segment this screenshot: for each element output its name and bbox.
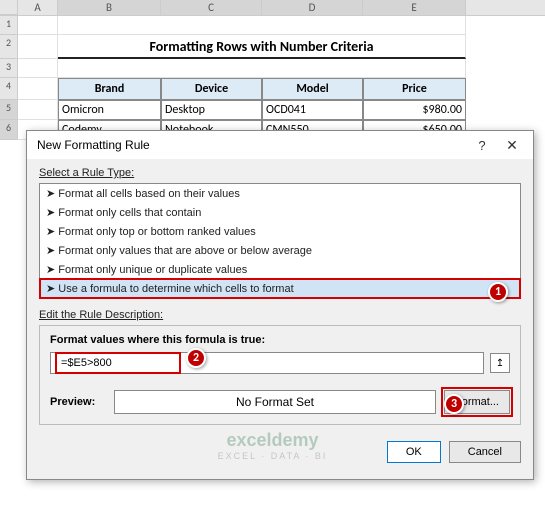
formula-input-wrapper: =$E5>800: [50, 352, 484, 374]
table-header-device[interactable]: Device: [161, 78, 262, 100]
select-rule-type-label: Select a Rule Type:: [39, 167, 521, 179]
cell[interactable]: [18, 78, 58, 100]
help-icon[interactable]: ?: [467, 138, 497, 153]
collapse-dialog-icon[interactable]: ↥: [490, 353, 510, 373]
spreadsheet-grid: A B C D E 1 2 Formatting Rows with Number…: [0, 0, 545, 140]
ok-button[interactable]: OK: [387, 441, 441, 463]
dialog-buttons: OK Cancel: [27, 433, 533, 471]
title-cell[interactable]: Formatting Rows with Number Criteria: [58, 35, 466, 59]
table-cell[interactable]: OCD041: [262, 100, 363, 120]
preview-box: No Format Set: [114, 390, 436, 414]
dialog-titlebar[interactable]: New Formatting Rule ? ✕: [27, 131, 533, 159]
callout-3: 3: [444, 394, 464, 414]
rule-type-option[interactable]: ➤ Format only unique or duplicate values: [40, 260, 520, 279]
rule-type-option-formula[interactable]: ➤ Use a formula to determine which cells…: [40, 279, 520, 298]
table-header-price[interactable]: Price: [363, 78, 466, 100]
formula-label: Format values where this formula is true…: [50, 334, 510, 346]
col-header-e[interactable]: E: [363, 0, 466, 15]
close-icon[interactable]: ✕: [497, 137, 527, 154]
cell[interactable]: [58, 16, 466, 35]
dialog-title: New Formatting Rule: [37, 138, 467, 152]
row-header[interactable]: 5: [0, 100, 18, 120]
cell[interactable]: [18, 35, 58, 59]
formula-input[interactable]: =$E5>800: [55, 352, 181, 374]
table-cell[interactable]: Desktop: [161, 100, 262, 120]
cell[interactable]: [58, 59, 466, 78]
rule-type-option[interactable]: ➤ Format only values that are above or b…: [40, 241, 520, 260]
col-header-d[interactable]: D: [262, 0, 363, 15]
table-cell[interactable]: $980.00: [363, 100, 466, 120]
row-header[interactable]: 1: [0, 16, 18, 35]
row-header[interactable]: 3: [0, 59, 18, 78]
table-header-brand[interactable]: Brand: [58, 78, 161, 100]
preview-label: Preview:: [50, 396, 106, 408]
column-headers: A B C D E: [0, 0, 545, 16]
cell[interactable]: [18, 16, 58, 35]
cell[interactable]: [18, 100, 58, 120]
rule-type-option[interactable]: ➤ Format only top or bottom ranked value…: [40, 222, 520, 241]
col-header-b[interactable]: B: [58, 0, 161, 15]
table-cell[interactable]: Omicron: [58, 100, 161, 120]
row-header[interactable]: 4: [0, 78, 18, 100]
col-header-c[interactable]: C: [161, 0, 262, 15]
callout-2: 2: [186, 348, 206, 368]
grid-body: 1 2Formatting Rows with Number Criteria …: [0, 16, 545, 140]
cell[interactable]: [18, 59, 58, 78]
row-header[interactable]: 6: [0, 120, 18, 140]
edit-rule-description-label: Edit the Rule Description:: [39, 309, 521, 321]
rule-type-list: ➤ Format all cells based on their values…: [39, 183, 521, 299]
col-header-a[interactable]: A: [18, 0, 58, 15]
cancel-button[interactable]: Cancel: [449, 441, 521, 463]
rule-type-option[interactable]: ➤ Format only cells that contain: [40, 203, 520, 222]
dialog-body: Select a Rule Type: ➤ Format all cells b…: [27, 159, 533, 433]
new-formatting-rule-dialog: New Formatting Rule ? ✕ Select a Rule Ty…: [26, 130, 534, 480]
row-header[interactable]: 2: [0, 35, 18, 59]
table-header-model[interactable]: Model: [262, 78, 363, 100]
select-all-corner[interactable]: [0, 0, 18, 15]
callout-1: 1: [488, 282, 508, 302]
rule-type-option[interactable]: ➤ Format all cells based on their values: [40, 184, 520, 203]
